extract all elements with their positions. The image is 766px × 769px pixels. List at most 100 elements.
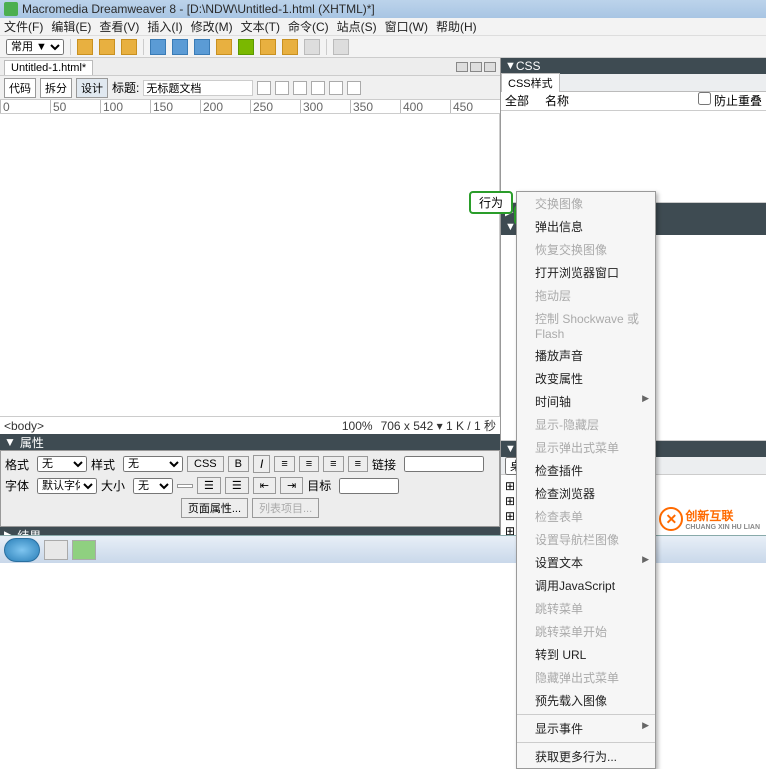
css-list-body[interactable] — [501, 111, 766, 203]
menu-insert[interactable]: 插入(I) — [147, 18, 182, 35]
menu-item[interactable]: 检查浏览器 — [517, 482, 655, 505]
check-icon[interactable] — [347, 81, 361, 95]
color-swatch[interactable] — [177, 484, 193, 488]
target-input[interactable] — [339, 478, 399, 494]
page-title-input[interactable] — [143, 80, 253, 96]
layer-icon[interactable] — [172, 39, 188, 55]
menu-view[interactable]: 查看(V) — [99, 18, 139, 35]
menu-item[interactable]: 获取更多行为... — [517, 745, 655, 768]
menu-text[interactable]: 文本(T) — [241, 18, 280, 35]
menu-item[interactable]: 弹出信息 — [517, 215, 655, 238]
menu-item: 跳转菜单 — [517, 597, 655, 620]
separator — [143, 39, 144, 55]
prevent-overlap-checkbox[interactable] — [698, 92, 711, 105]
collapse-icon: ▼ — [4, 435, 16, 449]
menu-item[interactable]: 调用JavaScript — [517, 574, 655, 597]
preview-icon[interactable] — [275, 81, 289, 95]
menu-site[interactable]: 站点(S) — [337, 18, 377, 35]
bold-button[interactable]: B — [228, 456, 249, 472]
window-titlebar: Macromedia Dreamweaver 8 - [D:\NDW\Untit… — [0, 0, 766, 18]
title-label: 标题: — [112, 79, 139, 96]
align-left-button[interactable]: ≡ — [274, 456, 294, 472]
visual-icon[interactable] — [329, 81, 343, 95]
date-icon[interactable] — [238, 39, 254, 55]
style-select[interactable]: 无 — [123, 456, 183, 472]
tag-selector[interactable]: <body> — [4, 419, 44, 433]
font-label: 字体 — [5, 477, 33, 494]
options-icon[interactable] — [311, 81, 325, 95]
close-icon[interactable] — [484, 62, 496, 72]
css-button[interactable]: CSS — [187, 456, 224, 472]
refresh-icon[interactable] — [293, 81, 307, 95]
menu-item[interactable]: 播放声音 — [517, 344, 655, 367]
link-label: 链接 — [372, 456, 400, 473]
italic-button[interactable]: I — [253, 455, 270, 473]
document-tabbar: Untitled-1.html* — [0, 58, 500, 76]
menu-commands[interactable]: 命令(C) — [288, 18, 329, 35]
align-right-button[interactable]: ≡ — [323, 456, 343, 472]
format-select[interactable]: 无 — [37, 456, 87, 472]
link-input[interactable] — [404, 456, 484, 472]
behaviors-tab[interactable]: 行为 — [469, 191, 513, 214]
anchor-icon[interactable] — [121, 39, 137, 55]
document-pane: Untitled-1.html* 代码 拆分 设计 标题: 0501001502… — [0, 58, 501, 543]
font-select[interactable]: 默认字体 — [37, 478, 97, 494]
menu-file[interactable]: 文件(F) — [4, 18, 43, 35]
menu-item[interactable]: 改变属性 — [517, 367, 655, 390]
document-tab[interactable]: Untitled-1.html* — [4, 60, 93, 75]
start-button[interactable] — [4, 538, 40, 562]
menu-modify[interactable]: 修改(M) — [191, 18, 233, 35]
task-dreamweaver[interactable] — [72, 540, 96, 560]
menubar: 文件(F) 编辑(E) 查看(V) 插入(I) 修改(M) 文本(T) 命令(C… — [0, 18, 766, 36]
size-label: 大小 — [101, 477, 129, 494]
design-canvas[interactable] — [0, 114, 500, 416]
properties-header[interactable]: ▼ 属性 — [0, 434, 500, 450]
outdent-button[interactable]: ⇤ — [253, 477, 276, 494]
link-icon[interactable] — [77, 39, 93, 55]
split-view-button[interactable]: 拆分 — [40, 78, 72, 98]
doc-dimensions[interactable]: 706 x 542 ▾ 1 K / 1 秒 — [381, 417, 496, 434]
css-list-header: 全部 名称 防止重叠 — [501, 92, 766, 112]
insert-category[interactable]: 常用 ▼ — [6, 39, 64, 55]
design-view-button[interactable]: 设计 — [76, 78, 108, 98]
menu-item[interactable]: 打开浏览器窗口 — [517, 261, 655, 284]
list-ul-button[interactable]: ☰ — [197, 477, 221, 494]
media-icon[interactable] — [216, 39, 232, 55]
image-icon[interactable] — [194, 39, 210, 55]
menu-window[interactable]: 窗口(W) — [385, 18, 428, 35]
task-explorer[interactable] — [44, 540, 68, 560]
menu-help[interactable]: 帮助(H) — [436, 18, 477, 35]
col-name: 名称 — [545, 92, 585, 109]
css-panel-header[interactable]: ▼ CSS — [501, 58, 766, 74]
code-view-button[interactable]: 代码 — [4, 78, 36, 98]
list-item-button[interactable]: 列表项目... — [252, 498, 319, 518]
minimize-icon[interactable] — [456, 62, 468, 72]
email-icon[interactable] — [99, 39, 115, 55]
separator — [326, 39, 327, 55]
zoom-level[interactable]: 100% — [342, 419, 373, 433]
menu-edit[interactable]: 编辑(E) — [51, 18, 91, 35]
validate-icon[interactable] — [257, 81, 271, 95]
table-icon[interactable] — [150, 39, 166, 55]
menu-item: 设置导航栏图像 — [517, 528, 655, 551]
restore-icon[interactable] — [470, 62, 482, 72]
comment-icon[interactable] — [282, 39, 298, 55]
css-styles-tab[interactable]: CSS样式 — [501, 73, 560, 92]
menu-item[interactable]: 时间轴 — [517, 390, 655, 413]
tag-icon[interactable] — [333, 39, 349, 55]
menu-item[interactable]: 转到 URL — [517, 643, 655, 666]
server-icon[interactable] — [260, 39, 276, 55]
indent-button[interactable]: ⇥ — [280, 477, 303, 494]
menu-item[interactable]: 检查插件 — [517, 459, 655, 482]
template-icon[interactable] — [304, 39, 320, 55]
align-justify-button[interactable]: ≡ — [348, 456, 368, 472]
css-tab-row: CSS样式 — [501, 74, 766, 92]
menu-item[interactable]: 显示事件 — [517, 717, 655, 740]
app-icon — [4, 2, 18, 16]
menu-item[interactable]: 预先载入图像 — [517, 689, 655, 712]
target-label: 目标 — [307, 477, 335, 494]
list-ol-button[interactable]: ☰ — [225, 477, 249, 494]
size-select[interactable]: 无 — [133, 478, 173, 494]
page-properties-button[interactable]: 页面属性... — [181, 498, 248, 518]
align-center-button[interactable]: ≡ — [299, 456, 319, 472]
